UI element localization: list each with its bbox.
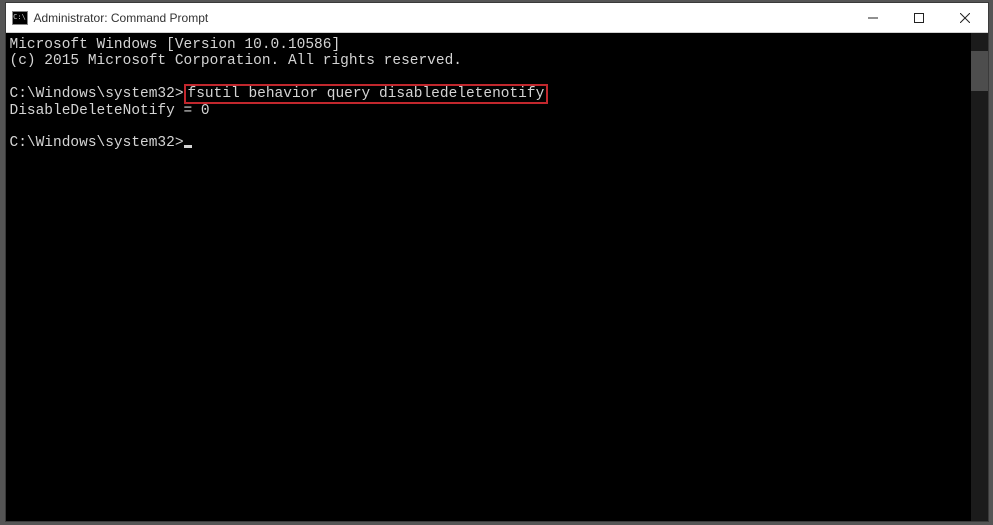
minimize-icon	[868, 13, 878, 23]
command-prompt-window: C:\ Administrator: Command Prompt Micros…	[5, 2, 989, 522]
highlighted-command: fsutil behavior query disabledeletenotif…	[184, 84, 549, 104]
terminal-area[interactable]: Microsoft Windows [Version 10.0.10586] (…	[6, 33, 988, 521]
window-controls	[850, 3, 988, 32]
cmd-icon-label: C:\	[13, 14, 26, 21]
maximize-icon	[914, 13, 924, 23]
cursor	[184, 145, 192, 148]
copyright-line: (c) 2015 Microsoft Corporation. All righ…	[10, 53, 462, 69]
maximize-button[interactable]	[896, 3, 942, 32]
terminal-output[interactable]: Microsoft Windows [Version 10.0.10586] (…	[6, 33, 971, 521]
version-line: Microsoft Windows [Version 10.0.10586]	[10, 37, 341, 53]
scrollbar-thumb[interactable]	[971, 51, 988, 91]
close-button[interactable]	[942, 3, 988, 32]
scrollbar-track[interactable]	[971, 33, 988, 521]
cmd-icon: C:\	[12, 11, 28, 25]
output-line: DisableDeleteNotify = 0	[10, 103, 210, 119]
minimize-button[interactable]	[850, 3, 896, 32]
prompt-text: C:\Windows\system32>	[10, 86, 184, 102]
titlebar[interactable]: C:\ Administrator: Command Prompt	[6, 3, 988, 33]
close-icon	[960, 13, 970, 23]
window-title: Administrator: Command Prompt	[34, 11, 209, 25]
prompt-text: C:\Windows\system32>	[10, 135, 184, 151]
command-text: fsutil behavior query disabledeletenotif…	[188, 86, 545, 102]
titlebar-left: C:\ Administrator: Command Prompt	[12, 11, 209, 25]
